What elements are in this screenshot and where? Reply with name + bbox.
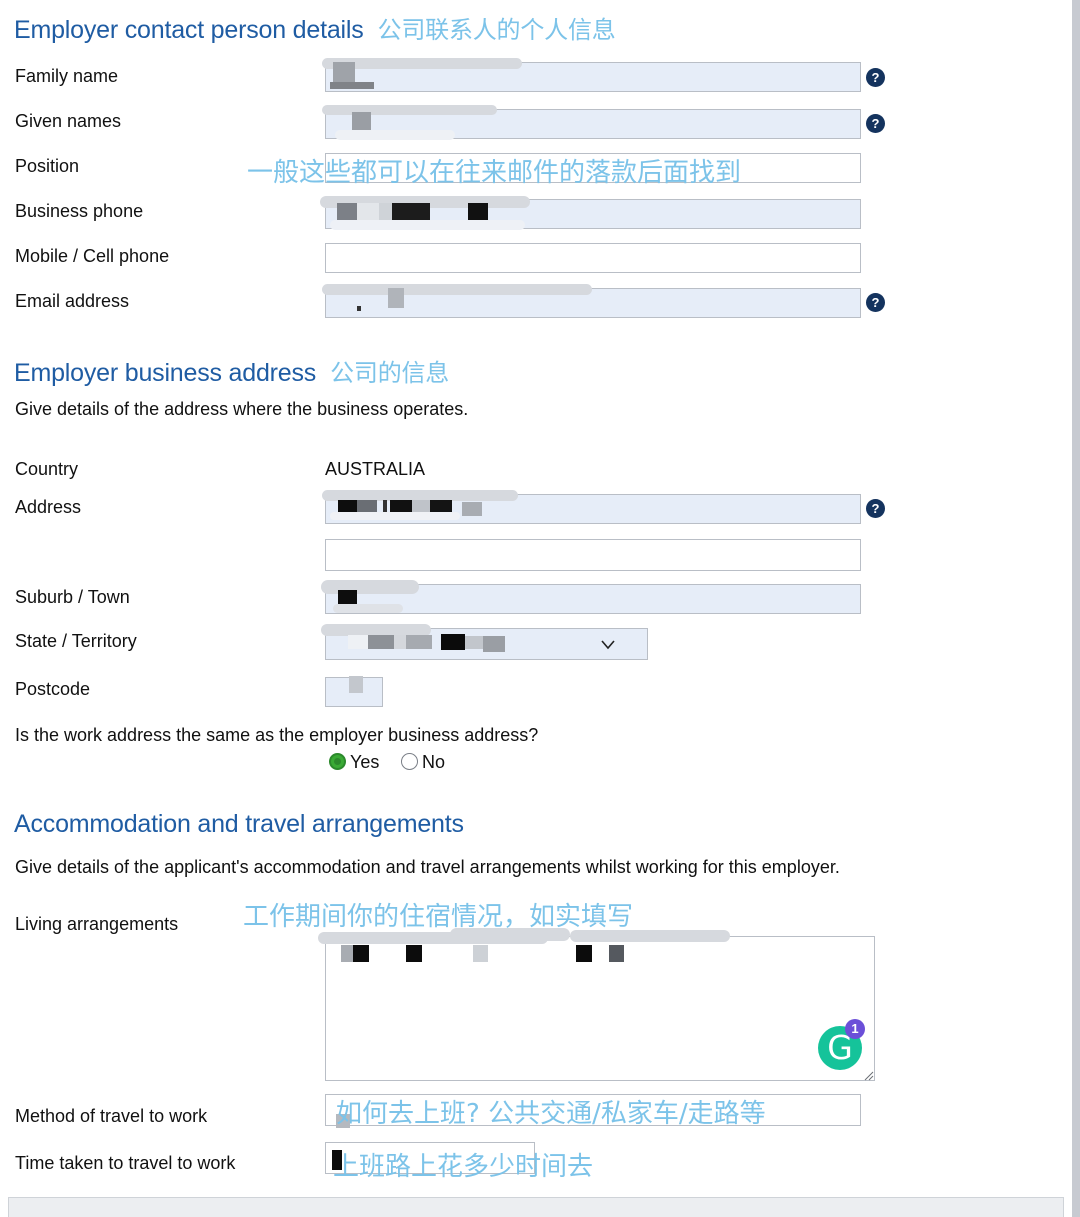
- redaction-block: [468, 203, 488, 221]
- help-icon[interactable]: ?: [866, 499, 885, 518]
- redaction-smudge: [321, 580, 419, 594]
- annotation-method-travel: 如何去上班? 公共交通/私家车/走路等: [336, 1099, 766, 1129]
- redaction-block: [609, 945, 624, 962]
- redaction-smudge: [330, 220, 525, 230]
- resize-handle-icon[interactable]: [863, 1068, 874, 1081]
- section-heading-business-address: Employer business address 公司的信息: [14, 353, 449, 388]
- section-title-business-address: Employer business address: [14, 359, 317, 387]
- redaction-block: [330, 82, 374, 89]
- redaction-smudge: [322, 105, 497, 115]
- redaction-block: [357, 306, 361, 311]
- radio-label-yes[interactable]: Yes: [350, 752, 379, 773]
- redaction-smudge: [333, 604, 403, 613]
- section-title-accommodation: Accommodation and travel arrangements: [14, 810, 464, 838]
- radio-yes[interactable]: [329, 753, 346, 770]
- input-mobile-phone[interactable]: [325, 243, 861, 273]
- redaction-block: [576, 945, 592, 962]
- redaction-block: [483, 636, 505, 652]
- annotation-position: 一般这些都可以在往来邮件的落款后面找到: [247, 158, 742, 188]
- redaction-block: [357, 203, 379, 221]
- redaction-block: [337, 203, 357, 221]
- value-country: AUSTRALIA: [325, 459, 426, 479]
- right-edge-rail: [1072, 0, 1080, 1217]
- annotation-living-arrangements: 工作期间你的住宿情况，如实填写: [243, 902, 634, 932]
- input-address-line2[interactable]: [325, 539, 861, 571]
- redaction-block: [383, 500, 387, 512]
- redaction-smudge: [335, 130, 455, 140]
- section-annotation-contact: 公司联系人的个人信息: [377, 17, 616, 44]
- section-heading-contact: Employer contact person details 公司联系人的个人信…: [14, 10, 616, 45]
- redaction-block: [465, 636, 483, 649]
- redaction-block: [406, 945, 422, 962]
- redaction-smudge: [330, 512, 460, 520]
- form-page: Employer contact person details 公司联系人的个人信…: [0, 0, 1072, 1217]
- label-mobile-phone: Mobile / Cell phone: [15, 246, 170, 266]
- section-heading-accommodation: Accommodation and travel arrangements: [14, 810, 464, 839]
- redaction-block: [333, 62, 355, 82]
- redaction-block: [473, 945, 488, 962]
- redaction-block: [392, 203, 430, 221]
- redaction-block: [349, 676, 363, 693]
- section-subtitle-accommodation: Give details of the applicant's accommod…: [15, 857, 840, 877]
- section-annotation-business-address: 公司的信息: [330, 360, 450, 387]
- label-family-name: Family name: [15, 66, 119, 86]
- help-icon[interactable]: ?: [866, 68, 885, 87]
- redaction-block: [353, 945, 369, 962]
- redaction-smudge: [450, 928, 570, 941]
- radio-label-no[interactable]: No: [422, 752, 445, 773]
- label-postcode: Postcode: [15, 679, 91, 699]
- label-method-travel: Method of travel to work: [15, 1106, 208, 1126]
- redaction-block: [379, 203, 392, 221]
- bottom-bar: [8, 1197, 1064, 1217]
- label-position: Position: [15, 156, 80, 176]
- chevron-down-icon[interactable]: [600, 638, 615, 652]
- section-title-contact: Employer contact person details: [14, 16, 364, 44]
- label-business-phone: Business phone: [15, 201, 144, 221]
- section-subtitle-business-address: Give details of the address where the bu…: [15, 399, 469, 419]
- label-given-names: Given names: [15, 111, 122, 131]
- label-address: Address: [15, 497, 82, 517]
- redaction-block: [368, 635, 394, 649]
- label-living-arrangements: Living arrangements: [15, 914, 179, 934]
- redaction-block: [406, 635, 432, 649]
- radio-no[interactable]: [401, 753, 418, 770]
- label-email-address: Email address: [15, 291, 130, 311]
- redaction-block: [341, 945, 353, 962]
- redaction-smudge: [570, 930, 730, 942]
- help-icon[interactable]: ?: [866, 114, 885, 133]
- grammarly-badge[interactable]: 1: [845, 1019, 865, 1039]
- redaction-block: [388, 288, 404, 308]
- label-state-territory: State / Territory: [15, 631, 137, 651]
- annotation-time-travel: 上班路上花多少时间去: [333, 1152, 594, 1182]
- label-suburb-town: Suburb / Town: [15, 587, 130, 607]
- question-work-address-same: Is the work address the same as the empl…: [15, 725, 539, 745]
- redaction-block: [394, 635, 406, 649]
- redaction-block: [348, 635, 368, 649]
- redaction-smudge: [322, 284, 592, 295]
- redaction-block: [441, 634, 465, 650]
- help-icon[interactable]: ?: [866, 293, 885, 312]
- redaction-block: [462, 502, 482, 516]
- label-time-travel: Time taken to travel to work: [15, 1153, 236, 1173]
- label-country: Country: [15, 459, 79, 479]
